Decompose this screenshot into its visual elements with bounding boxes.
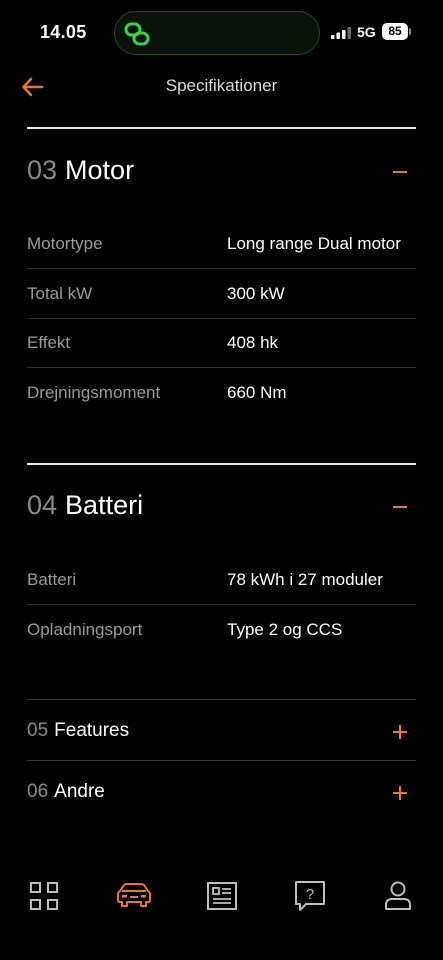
network-type: 5G bbox=[357, 24, 376, 40]
status-bar: 14.05 5G 85 bbox=[0, 0, 443, 64]
spec-value: 660 Nm bbox=[227, 383, 287, 402]
spec-label: Drejningsmoment bbox=[27, 383, 161, 402]
cellular-signal-icon bbox=[331, 27, 351, 39]
spec-label: Batteri bbox=[27, 570, 77, 589]
link-chain-icon bbox=[124, 22, 150, 46]
spec-value: 300 kW bbox=[227, 284, 285, 303]
spec-row: Total kW 300 kW bbox=[27, 284, 416, 314]
spec-label: Effekt bbox=[27, 333, 71, 352]
section-number: 05 bbox=[27, 720, 49, 741]
car-icon[interactable] bbox=[114, 878, 154, 914]
spec-label: Total kW bbox=[27, 284, 93, 303]
spec-label: Motortype bbox=[27, 234, 103, 253]
section-header-features[interactable]: 05 Features bbox=[27, 720, 416, 760]
spec-label: Opladningsport bbox=[27, 620, 143, 639]
row-separator bbox=[27, 604, 416, 605]
bottom-tab-bar: ? bbox=[0, 860, 443, 930]
page-title: Specifikationer bbox=[165, 76, 278, 95]
spec-row: Motortype Long range Dual motor bbox=[27, 234, 416, 264]
section-divider bbox=[27, 463, 416, 465]
spec-value: Long range Dual motor bbox=[227, 234, 401, 253]
section-number: 06 bbox=[27, 781, 49, 802]
spec-row: Batteri 78 kWh i 27 moduler bbox=[27, 570, 416, 600]
section-title: Features bbox=[54, 720, 130, 741]
row-separator bbox=[27, 268, 416, 269]
collapse-minus-icon[interactable] bbox=[392, 499, 408, 515]
help-icon[interactable]: ? bbox=[292, 878, 328, 914]
status-time: 14.05 bbox=[40, 22, 87, 42]
row-separator bbox=[27, 367, 416, 368]
expand-plus-icon[interactable] bbox=[392, 785, 408, 801]
spec-row: Effekt 408 hk bbox=[27, 333, 416, 363]
spec-sheet-icon[interactable] bbox=[204, 878, 240, 914]
section-title: Motor bbox=[65, 155, 135, 185]
spec-value: 408 hk bbox=[227, 333, 279, 352]
grid-icon[interactable] bbox=[26, 878, 62, 914]
expand-plus-icon[interactable] bbox=[392, 724, 408, 740]
section-number: 03 bbox=[27, 155, 58, 185]
row-separator bbox=[27, 699, 416, 700]
spec-value: Type 2 og CCS bbox=[227, 620, 343, 639]
section-header-other[interactable]: 06 Andre bbox=[27, 781, 416, 821]
svg-text:?: ? bbox=[306, 886, 314, 903]
section-header-battery[interactable]: 04 Batteri bbox=[27, 490, 416, 530]
profile-icon[interactable] bbox=[380, 878, 416, 914]
battery-level: 85 bbox=[382, 23, 408, 40]
spec-row: Drejningsmoment 660 Nm bbox=[27, 383, 416, 413]
collapse-minus-icon[interactable] bbox=[392, 164, 408, 180]
section-number: 04 bbox=[27, 490, 58, 520]
section-header-motor[interactable]: 03 Motor bbox=[27, 155, 416, 195]
section-title: Batteri bbox=[65, 490, 144, 520]
dynamic-island[interactable] bbox=[114, 11, 320, 55]
battery-tip bbox=[409, 28, 411, 35]
row-separator bbox=[27, 318, 416, 319]
section-title: Andre bbox=[54, 781, 105, 802]
spec-row: Opladningsport Type 2 og CCS bbox=[27, 620, 416, 650]
row-separator bbox=[27, 760, 416, 761]
spec-value: 78 kWh i 27 moduler bbox=[227, 570, 383, 589]
app-header: Specifikationer bbox=[0, 64, 443, 112]
section-divider bbox=[27, 127, 416, 129]
